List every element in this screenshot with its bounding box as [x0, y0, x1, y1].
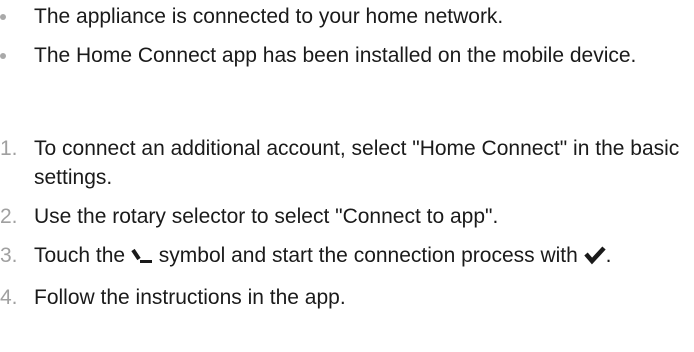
step-text: Use the rotary selector to select "Conne… [34, 205, 499, 228]
step-item: 4. Follow the instructions in the app. [0, 283, 694, 312]
bullet-marker [0, 14, 6, 20]
step-number: 3. [0, 244, 18, 267]
step-text-before: Touch the [34, 244, 126, 267]
step-text-after: . [605, 244, 612, 267]
prerequisites-list: The appliance is connected to your home … [0, 2, 694, 80]
instructions-page: The appliance is connected to your home … [0, 0, 694, 352]
step-number: 4. [0, 286, 18, 309]
prerequisite-text: The Home Connect app has been installed … [34, 44, 637, 67]
prerequisite-text: The appliance is connected to your home … [34, 5, 504, 28]
step-text-middle: symbol and start the connection process … [158, 244, 578, 267]
step-item: 2. Use the rotary selector to select "Co… [0, 202, 694, 231]
step-number: 1. [0, 137, 18, 160]
step-text: Follow the instructions in the app. [34, 286, 346, 309]
connect-symbol-icon [131, 244, 153, 273]
prerequisite-item: The Home Connect app has been installed … [0, 41, 694, 70]
step-text: To connect an additional account, select… [34, 137, 680, 189]
prerequisite-item: The appliance is connected to your home … [0, 2, 694, 31]
step-item: 1. To connect an additional account, sel… [0, 134, 694, 192]
step-number: 2. [0, 205, 18, 228]
step-item: 3. Touch the symbol and start the connec… [0, 241, 694, 273]
steps-list: 1. To connect an additional account, sel… [0, 134, 694, 322]
checkmark-icon [583, 244, 606, 273]
bullet-marker [0, 53, 6, 59]
